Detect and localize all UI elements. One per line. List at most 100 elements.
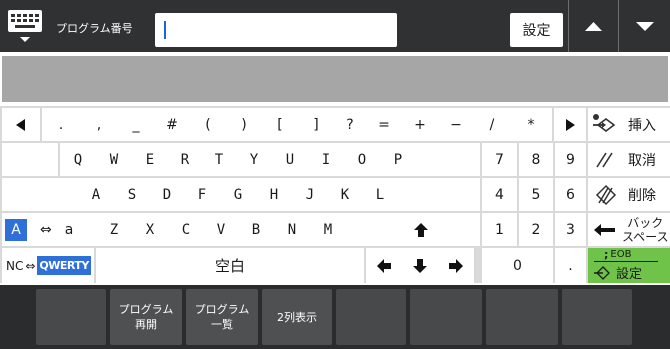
program-list-label: プログラム 一覧 — [194, 303, 250, 331]
enter-icon — [594, 265, 610, 280]
scroll-down-button[interactable] — [618, 0, 670, 52]
arrow-down-key[interactable] — [402, 248, 438, 283]
cancel-key[interactable]: 取消 — [588, 143, 670, 176]
letter-key[interactable]: N — [274, 213, 310, 246]
numpad-key[interactable]: 4 — [482, 178, 517, 211]
lowercase-label: a — [64, 221, 74, 238]
set-button[interactable]: 設定 — [510, 13, 563, 47]
two-column-view-label: 2列表示 — [277, 310, 317, 324]
numpad-key[interactable]: 8 — [519, 143, 553, 176]
letter-key[interactable]: T — [202, 143, 236, 176]
letter-key[interactable]: V — [204, 213, 238, 246]
text-caret — [164, 21, 166, 39]
letter-key[interactable]: Y — [236, 143, 272, 176]
letter-key[interactable]: H — [256, 178, 292, 211]
arrow-right-key[interactable] — [438, 248, 474, 283]
symbol-key[interactable]: ? — [334, 108, 366, 141]
symbol-key[interactable]: # — [154, 108, 190, 141]
letter-key[interactable]: D — [150, 178, 184, 211]
program-number-input[interactable] — [155, 13, 397, 47]
letter-key[interactable]: I — [308, 143, 344, 176]
cursor-right-key[interactable] — [554, 108, 586, 141]
symbol-key[interactable]: * — [510, 108, 552, 141]
letter-key[interactable]: Z — [96, 213, 132, 246]
blank-key — [2, 143, 58, 176]
letter-key[interactable]: G — [220, 178, 256, 211]
function-key-5[interactable] — [336, 289, 406, 345]
numpad-key[interactable]: 1 — [482, 213, 517, 246]
backspace-arrow-icon — [594, 223, 615, 236]
letter-key[interactable]: J — [292, 178, 328, 211]
numpad-key[interactable]: 9 — [555, 143, 586, 176]
function-key-1[interactable] — [36, 289, 106, 345]
symbol-key[interactable]: ) — [226, 108, 262, 141]
letter-key[interactable]: R — [168, 143, 202, 176]
arrow-left-icon — [16, 118, 25, 131]
symbol-key[interactable]: . — [42, 108, 80, 141]
triangle-up-icon — [585, 22, 602, 31]
eob-set-key[interactable]: ; EOB 設定 — [588, 248, 670, 283]
backspace-key[interactable]: バック スペース — [588, 213, 670, 246]
software-keyboard: . , _ # ( ) [ ] ? = + − / * 挿入 Q W E R T… — [0, 106, 670, 283]
insert-key[interactable]: 挿入 — [588, 108, 670, 141]
letter-key[interactable]: Q — [60, 143, 96, 176]
symbol-key[interactable]: ( — [190, 108, 226, 141]
cancel-label: 取消 — [628, 152, 656, 169]
delete-key[interactable]: 削除 — [588, 178, 670, 211]
blank-key — [398, 178, 480, 211]
symbol-key[interactable]: / — [474, 108, 510, 141]
letter-key[interactable]: O — [344, 143, 380, 176]
top-bar: プログラム番号 設定 — [0, 0, 670, 52]
program-number-label: プログラム番号 — [56, 22, 133, 35]
program-restart-button[interactable]: プログラム 再開 — [110, 289, 182, 345]
function-key-7[interactable] — [486, 289, 558, 345]
delete-icon — [595, 184, 617, 205]
numpad-key[interactable]: 5 — [519, 178, 553, 211]
letter-key[interactable]: W — [96, 143, 132, 176]
letter-key[interactable]: A — [78, 178, 114, 211]
numpad-dot-key[interactable]: . — [555, 248, 586, 283]
symbol-key[interactable]: − — [438, 108, 474, 141]
letter-key[interactable]: U — [272, 143, 308, 176]
case-mode-key[interactable]: A ⇔ a — [2, 213, 96, 246]
letter-key[interactable]: E — [132, 143, 168, 176]
numpad-key[interactable]: 6 — [555, 178, 586, 211]
insert-icon — [593, 113, 616, 132]
letter-key[interactable]: B — [238, 213, 274, 246]
arrow-up-icon — [414, 222, 428, 237]
cnc-input-screen: プログラム番号 設定 . , _ # ( ) [ ] ? = + − / * 挿… — [0, 0, 670, 349]
letter-key[interactable]: L — [362, 178, 398, 211]
function-key-bar: プログラム 再開 プログラム 一覧 2列表示 — [0, 285, 670, 349]
arrow-left-key[interactable] — [366, 248, 402, 283]
letter-key[interactable]: M — [310, 213, 346, 246]
letter-key[interactable]: F — [184, 178, 220, 211]
space-key[interactable]: 空白 — [96, 248, 364, 283]
numpad-zero-key[interactable]: 0 — [482, 248, 553, 283]
letter-key[interactable]: S — [114, 178, 150, 211]
letter-key[interactable]: C — [168, 213, 204, 246]
scroll-up-button[interactable] — [568, 0, 617, 52]
keyboard-toggle-icon[interactable] — [6, 8, 46, 46]
numpad-key[interactable]: 2 — [519, 213, 553, 246]
symbol-key[interactable]: + — [402, 108, 438, 141]
program-list-button[interactable]: プログラム 一覧 — [186, 289, 258, 345]
symbol-key[interactable]: _ — [118, 108, 154, 141]
symbol-key[interactable]: ] — [298, 108, 334, 141]
nc-qwerty-toggle-key[interactable]: NC ⇔ QWERTY — [2, 248, 94, 283]
shift-up-key[interactable] — [402, 213, 440, 246]
symbol-key[interactable]: [ — [262, 108, 298, 141]
symbol-key[interactable]: , — [80, 108, 118, 141]
letter-key[interactable]: P — [380, 143, 416, 176]
arrow-right-icon — [566, 118, 575, 131]
function-key-6[interactable] — [410, 289, 482, 345]
symbol-key[interactable]: = — [366, 108, 402, 141]
letter-key[interactable]: K — [328, 178, 362, 211]
letter-key[interactable]: X — [132, 213, 168, 246]
cursor-left-key[interactable] — [2, 108, 40, 141]
function-key-8[interactable] — [562, 289, 632, 345]
backspace-label: バック スペース — [622, 215, 669, 244]
two-column-view-button[interactable]: 2列表示 — [262, 289, 332, 345]
numpad-key[interactable]: 3 — [555, 213, 586, 246]
numpad-key[interactable]: 7 — [482, 143, 517, 176]
uppercase-indicator: A — [5, 218, 27, 241]
